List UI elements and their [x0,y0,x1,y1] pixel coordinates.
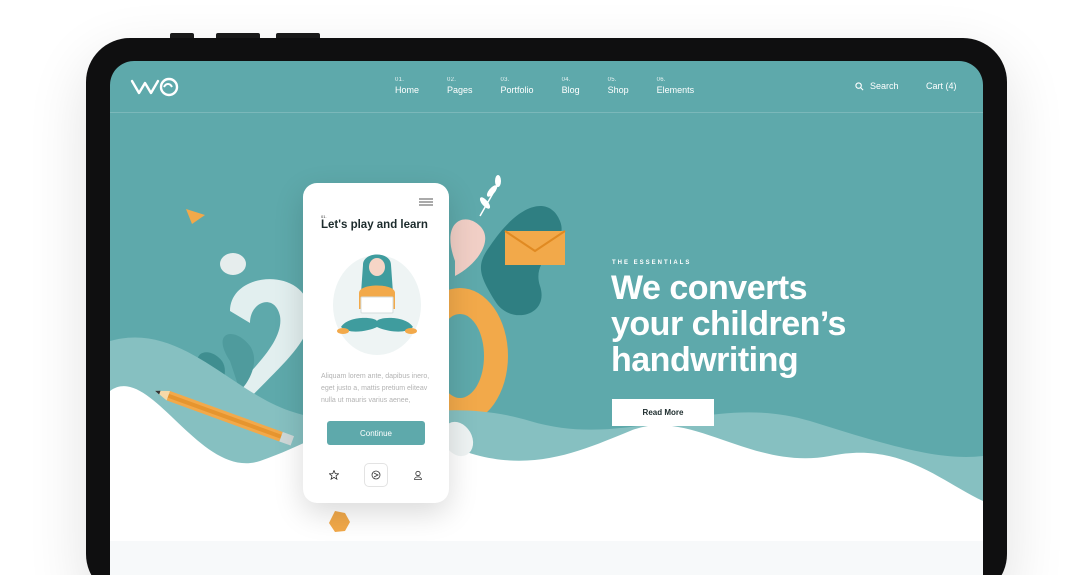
headline-line: your children’s [611,305,846,343]
girl-with-laptop-illustration [333,254,421,355]
nav-label: Shop [607,85,629,95]
search-label: Search [870,81,899,91]
nav-number: 01. [395,77,405,83]
nav-label: Portfolio [500,85,534,95]
headline-line: We converts [611,269,808,307]
cart-link[interactable]: Cart (4) [926,81,957,91]
nav-label: Elements [656,85,695,95]
star-icon[interactable] [322,463,346,487]
nav-item-home[interactable]: 01. Home [395,77,419,95]
hero-headline: We converts your children’s handwriting [611,270,911,378]
page-canvas: 01. Home 02. Pages 03. Portfolio 04. Blo… [0,0,1092,575]
user-icon[interactable] [406,463,430,487]
headline-line: handwriting [611,341,799,379]
phone-body-text: Aliquam lorem ante, dapibus inero, eget … [321,373,430,404]
hero-eyebrow: THE ESSENTIALS [612,260,692,266]
continue-button[interactable]: Continue [327,421,425,445]
search-icon [855,81,864,90]
nav-number: 02. [447,77,457,83]
phone-title: Let's play and learn [321,219,428,231]
search-link[interactable]: Search [855,81,899,91]
phone-mockup: 01. Let's play and learn Aliquam lorem a… [303,183,449,503]
play-icon[interactable] [364,463,388,487]
phone-tab-bar [303,463,449,493]
nav-item-portfolio[interactable]: 03. Portfolio [501,77,534,95]
nav-label: Pages [447,85,473,95]
logo-icon [130,77,179,97]
nav-number: 03. [500,77,510,83]
nav-label: Home [395,85,420,95]
main-nav: 01. Home 02. Pages 03. Portfolio 04. Blo… [395,77,722,95]
site-logo[interactable] [130,77,182,102]
nav-number: 06. [656,77,666,83]
nav-number: 05. [607,77,617,83]
nav-label: Blog [561,85,580,95]
nav-item-shop[interactable]: 05. Shop [608,77,629,95]
tablet-screen: 01. Home 02. Pages 03. Portfolio 04. Blo… [110,61,983,575]
nav-item-elements[interactable]: 06. Elements [657,77,695,95]
site-header: 01. Home 02. Pages 03. Portfolio 04. Blo… [110,61,983,113]
nav-item-blog[interactable]: 04. Blog [562,77,580,95]
nav-number: 04. [561,77,571,83]
nav-item-pages[interactable]: 02. Pages [447,77,473,95]
read-more-button[interactable]: Read More [612,399,714,426]
hamburger-icon[interactable] [419,198,433,206]
